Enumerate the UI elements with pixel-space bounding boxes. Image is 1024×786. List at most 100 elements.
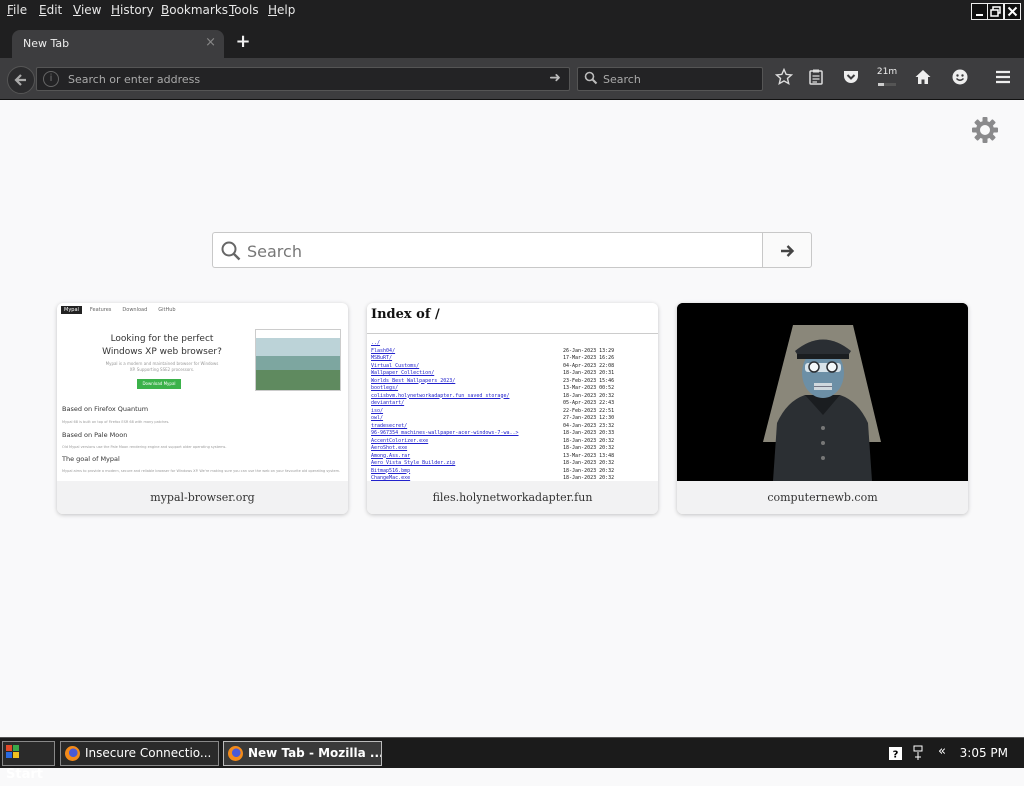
thumb-file-date: 18-Jan-2023 20:32 — [563, 445, 615, 451]
menu-history[interactable]: History — [111, 3, 154, 17]
new-tab-button[interactable]: + — [234, 33, 252, 51]
tile-thumbnail-computernewb — [677, 303, 968, 481]
thumb-file-row: ../ — [371, 340, 654, 347]
taskbar-item-insecure-connection[interactable]: Insecure Connectio... — [60, 741, 219, 766]
menu-view[interactable]: View — [73, 3, 101, 17]
thumb-file-date: 04-Apr-2023 22:08 — [563, 362, 615, 369]
thumb-file-row: owl/27-Jan-2023 12:30 — [371, 415, 654, 422]
thumb-file-link: AccentColorizer.exe — [371, 437, 429, 444]
search-icon — [221, 241, 241, 261]
restore-icon[interactable] — [987, 3, 1004, 20]
thumb-file-date: 27-Jan-2023 12:30 — [563, 415, 615, 421]
thumb-file-row: Worlds Best Wallpapers 2023/23-Feb-2023 … — [371, 378, 654, 385]
network-icon[interactable] — [912, 745, 924, 761]
bookmark-star-icon[interactable] — [773, 67, 795, 90]
help-icon[interactable]: ? — [889, 747, 902, 760]
feedback-smiley-icon[interactable] — [949, 68, 971, 90]
home-icon[interactable] — [912, 68, 934, 90]
tile-thumbnail-index: Index of / ../Flash04/26-Jan-2023 13:29 M… — [367, 303, 658, 481]
thumb-file-link: Bitmap516.bmp — [371, 467, 411, 474]
reading-list-icon[interactable] — [805, 68, 827, 90]
address-placeholder: Search or enter address — [68, 73, 201, 86]
gear-icon[interactable] — [970, 115, 1000, 145]
thumb-file-link: 96-967354_machines-wallpaper-acer-window… — [371, 430, 519, 436]
thumb-file-link: owl/ — [371, 415, 384, 421]
site-info-icon[interactable]: i — [43, 71, 59, 87]
tile-label: mypal-browser.org — [57, 481, 348, 514]
clock[interactable]: 3:05 PM — [960, 746, 1008, 760]
thumb-file-row: MSBuRT/17-Mar-2023 16:26 — [371, 355, 654, 362]
newtab-search-input[interactable]: Search — [212, 232, 763, 268]
thumb-file-date: 18-Jan-2023 20:32 — [563, 437, 615, 444]
thumb-file-row: Aero Vista Style Builder.zip 18-Jan-2023 … — [371, 460, 654, 467]
search-placeholder: Search — [603, 73, 641, 86]
thumb-file-date: 18-Jan-2023 20:31 — [563, 370, 615, 376]
thumb-site-nav: Mypal Features Download GitHub — [61, 306, 184, 314]
back-button[interactable] — [7, 66, 35, 94]
thumb-paragraph: Mypal 68 is built on top of Firefox ESR … — [62, 420, 170, 424]
thumb-file-date: 26-Jan-2023 13:29 — [563, 347, 615, 354]
thumb-file-link: colisbvm.holynetworkadapter.fun saved st… — [371, 392, 510, 399]
thumb-file-date: 17-Mar-2023 16:26 — [563, 355, 615, 361]
thumb-file-date: 18-Jan-2023 20:32 — [563, 467, 615, 474]
menu-edit[interactable]: Edit — [39, 3, 62, 17]
svg-text:?: ? — [893, 750, 899, 761]
thumb-file-row: 96-967354_machines-wallpaper-acer-window… — [371, 430, 654, 437]
menu-tools[interactable]: Tools — [229, 3, 259, 17]
go-arrow-icon[interactable]: ➜ — [549, 70, 561, 86]
thumb-file-link: Wallpaper Collection/ — [371, 370, 435, 376]
tab-new-tab[interactable]: New Tab × — [12, 30, 224, 60]
thumb-paragraph: Old Mypal versions use the Pale Moon ren… — [62, 445, 227, 449]
tile-thumbnail-mypal: Mypal Features Download GitHub Looking for … — [57, 303, 348, 481]
taskbar-item-new-tab[interactable]: New Tab - Mozilla ... — [223, 741, 382, 766]
top-site-tile-computernewb[interactable]: computernewb.com — [677, 303, 968, 514]
thumb-file-date: 22-Feb-2023 22:51 — [563, 407, 615, 414]
thumb-screenshot-image — [255, 329, 341, 391]
new-tab-page: Search Mypal Features Download GitHub Looki… — [0, 101, 1024, 737]
newtab-search-go-button[interactable] — [762, 232, 812, 268]
thumb-file-row: colisbvm.holynetworkadapter.fun saved st… — [371, 393, 654, 400]
thumb-file-link: ../ — [371, 340, 381, 346]
thumb-file-link: Worlds Best Wallpapers 2023/ — [371, 377, 456, 384]
close-icon[interactable] — [1004, 3, 1021, 20]
tile-label: computernewb.com — [677, 481, 968, 514]
hamburger-menu-icon[interactable] — [992, 68, 1014, 90]
back-arrow-icon — [14, 74, 26, 86]
taskbar-item-label: Insecure Connectio... — [85, 746, 212, 760]
thumb-heading: Based on Pale Moon — [62, 431, 128, 439]
thumb-heading: Based on Firefox Quantum — [62, 405, 149, 413]
arrow-right-icon — [781, 245, 795, 257]
start-button[interactable]: Start — [2, 741, 55, 782]
thumb-heading: The goal of Mypal — [62, 455, 120, 463]
thumb-file-link: iso/ — [371, 407, 384, 414]
navigation-toolbar: i Search or enter address ➜ Search 21m — [0, 58, 1024, 100]
search-bar[interactable]: Search — [577, 67, 763, 91]
thumb-file-row: Flash04/26-Jan-2023 13:29 — [371, 348, 654, 355]
menu-bar: File Edit View History Bookmarks Tools H… — [0, 0, 1024, 41]
thumb-file-date: 18-Jan-2023 20:33 — [563, 430, 615, 436]
top-site-tile-holynetworkadapter[interactable]: Index of / ../Flash04/26-Jan-2023 13:29 M… — [367, 303, 658, 514]
downloads-icon[interactable]: 21m — [875, 67, 899, 91]
system-tray: ? « 3:05 PM — [884, 741, 1022, 766]
search-icon — [584, 71, 598, 85]
firefox-icon — [65, 746, 80, 761]
pocket-icon[interactable] — [840, 68, 862, 90]
taskbar-item-label: New Tab - Mozilla ... — [248, 746, 382, 760]
minimize-icon[interactable] — [971, 3, 988, 20]
thumb-file-link: Virtual Customs/ — [371, 362, 420, 369]
menu-file[interactable]: File — [7, 3, 27, 17]
address-bar[interactable]: i Search or enter address ➜ — [36, 67, 570, 91]
tray-expand-icon[interactable]: « — [938, 744, 946, 759]
thumb-file-link: Flash04/ — [371, 347, 396, 354]
download-time-remaining: 21m — [876, 67, 898, 77]
thumb-character-image — [677, 303, 968, 481]
menu-help[interactable]: Help — [268, 3, 295, 17]
tab-strip: New Tab × + — [0, 22, 1024, 60]
top-site-tile-mypal[interactable]: Mypal Features Download GitHub Looking for … — [57, 303, 348, 514]
menu-bookmarks[interactable]: Bookmarks — [161, 3, 228, 17]
thumb-file-date: 13-Mar-2023 13:48 — [563, 452, 615, 459]
thumb-file-link: bootlegs/ — [371, 385, 399, 391]
thumb-file-row: Virtual Customs/04-Apr-2023 22:08 — [371, 363, 654, 370]
tab-close-icon[interactable]: × — [205, 35, 216, 50]
download-progress-bar — [878, 83, 896, 86]
